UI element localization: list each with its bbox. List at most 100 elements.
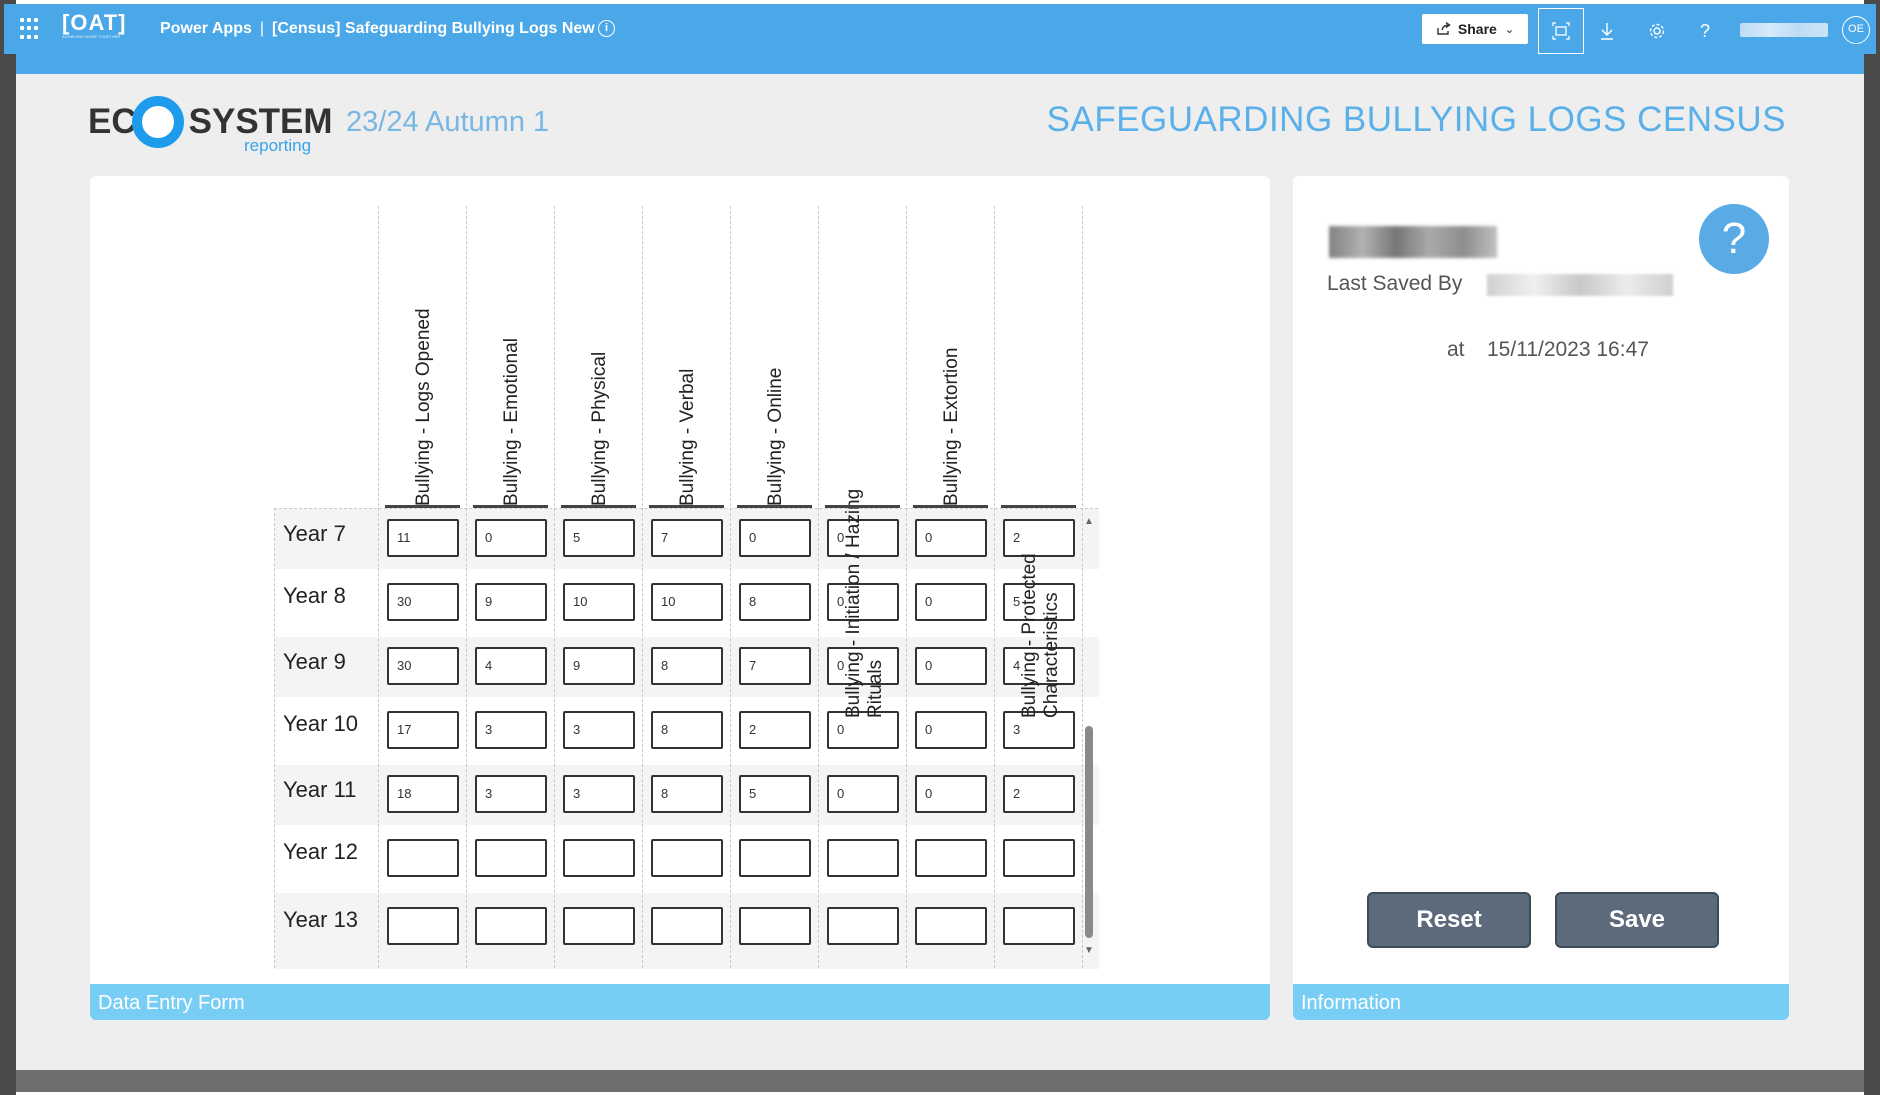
column-divider [906, 508, 907, 968]
download-icon[interactable] [1584, 8, 1630, 54]
app-title: Power Apps | [Census] Safeguarding Bullyin… [160, 20, 595, 38]
avatar[interactable]: OE [1842, 16, 1870, 44]
value-input[interactable]: 9 [475, 583, 547, 621]
column-header-rule [913, 505, 988, 508]
value-input[interactable]: 3 [563, 711, 635, 749]
value-input[interactable] [563, 907, 635, 945]
row-label: Year 13 [283, 907, 359, 932]
value-input[interactable]: 0 [827, 775, 899, 813]
column-header-label: Bullying - Protected Characteristics [1019, 553, 1062, 718]
value-input[interactable]: 5 [563, 519, 635, 557]
column-header-label: Bullying - Physical [589, 351, 610, 506]
value-input[interactable] [387, 907, 459, 945]
table-row: Year 7 11 0 5 7 0 0 0 2 [275, 509, 1099, 569]
column-header: Bullying - Initiation / Hazing Rituals [818, 206, 906, 718]
value-input[interactable]: 0 [475, 519, 547, 557]
value-input[interactable]: 0 [915, 775, 987, 813]
value-input[interactable]: 9 [563, 647, 635, 685]
data-entry-footer: Data Entry Form [90, 984, 1270, 1020]
bottom-bar [16, 1070, 1864, 1092]
waffle-icon[interactable] [20, 18, 42, 40]
scrollbar-thumb[interactable] [1085, 726, 1093, 938]
column-header-label: Bullying - Verbal [677, 368, 698, 506]
row-label: Year 8 [283, 583, 346, 608]
value-input[interactable]: 7 [651, 519, 723, 557]
value-input[interactable]: 10 [563, 583, 635, 621]
table-row: Year 13 [275, 893, 1099, 969]
save-button[interactable]: Save [1555, 892, 1719, 948]
value-input[interactable] [739, 907, 811, 945]
value-input[interactable]: 8 [739, 583, 811, 621]
information-panel: ? Last Saved By at 15/11/2023 16:47 Rese… [1293, 176, 1789, 1020]
value-input[interactable]: 2 [1003, 775, 1075, 813]
period-label: 23/24 Autumn 1 [346, 106, 550, 138]
column-divider [466, 508, 467, 968]
value-input[interactable] [1003, 839, 1075, 877]
value-input[interactable]: 0 [739, 519, 811, 557]
value-input[interactable] [475, 839, 547, 877]
value-input[interactable] [739, 839, 811, 877]
table-row: Year 10 17 3 3 8 2 0 0 3 [275, 697, 1099, 765]
value-input[interactable]: 8 [651, 647, 723, 685]
grid-scrollbar[interactable]: ▲ ▼ [1082, 516, 1096, 956]
app-name[interactable]: Power Apps [160, 20, 252, 37]
scroll-down-icon[interactable]: ▼ [1084, 945, 1094, 956]
value-input[interactable]: 3 [563, 775, 635, 813]
help-icon[interactable]: ? [1682, 8, 1728, 54]
value-input[interactable]: 18 [387, 775, 459, 813]
scroll-up-icon[interactable]: ▲ [1084, 516, 1094, 527]
fit-screen-icon[interactable] [1538, 8, 1584, 54]
value-input[interactable]: 3 [475, 711, 547, 749]
column-divider [1082, 206, 1083, 506]
value-input[interactable]: 30 [387, 583, 459, 621]
value-input[interactable]: 0 [915, 583, 987, 621]
column-divider [642, 508, 643, 968]
saved-at-value: 15/11/2023 16:47 [1487, 338, 1649, 361]
value-input[interactable]: 0 [915, 711, 987, 749]
value-input[interactable] [475, 907, 547, 945]
column-header-rule [561, 505, 636, 508]
column-header-rule [649, 505, 724, 508]
value-input[interactable] [1003, 907, 1075, 945]
value-input[interactable]: 3 [475, 775, 547, 813]
value-input[interactable]: 0 [915, 519, 987, 557]
value-input[interactable]: 10 [651, 583, 723, 621]
value-input[interactable]: 11 [387, 519, 459, 557]
value-input[interactable] [827, 839, 899, 877]
value-input[interactable] [915, 839, 987, 877]
value-input[interactable] [651, 907, 723, 945]
help-icon[interactable]: ? [1699, 204, 1769, 274]
value-input[interactable]: 5 [739, 775, 811, 813]
reset-button[interactable]: Reset [1367, 892, 1531, 948]
share-button[interactable]: Share ⌄ [1422, 14, 1528, 44]
share-label: Share [1457, 21, 1497, 37]
value-input[interactable] [915, 907, 987, 945]
top-bar: [OAT] ACHIEVING MORE TOGETHER Power Apps… [4, 4, 1876, 54]
value-input[interactable]: 8 [651, 711, 723, 749]
row-label: Year 11 [283, 777, 357, 802]
value-input[interactable] [827, 907, 899, 945]
page-title: SAFEGUARDING BULLYING LOGS CENSUS [1046, 100, 1786, 139]
column-divider [994, 508, 995, 968]
column-header-rule [825, 505, 900, 508]
gear-icon[interactable] [1634, 8, 1680, 54]
value-input[interactable]: 4 [475, 647, 547, 685]
info-icon[interactable]: i [598, 20, 615, 37]
value-input[interactable] [651, 839, 723, 877]
value-input[interactable] [387, 839, 459, 877]
value-input[interactable]: 17 [387, 711, 459, 749]
table-row: Year 11 18 3 3 8 5 0 0 2 [275, 765, 1099, 825]
information-footer: Information [1293, 984, 1789, 1020]
column-header-label: Bullying - Emotional [501, 338, 522, 506]
value-input[interactable]: 7 [739, 647, 811, 685]
column-divider [818, 508, 819, 968]
saved-at-label: at [1447, 338, 1465, 361]
share-icon [1437, 22, 1451, 35]
value-input[interactable]: 8 [651, 775, 723, 813]
value-input[interactable]: 30 [387, 647, 459, 685]
canvas-top-strip [16, 54, 1864, 74]
table-row: Year 12 [275, 825, 1099, 893]
value-input[interactable] [563, 839, 635, 877]
value-input[interactable]: 2 [739, 711, 811, 749]
value-input[interactable]: 0 [915, 647, 987, 685]
